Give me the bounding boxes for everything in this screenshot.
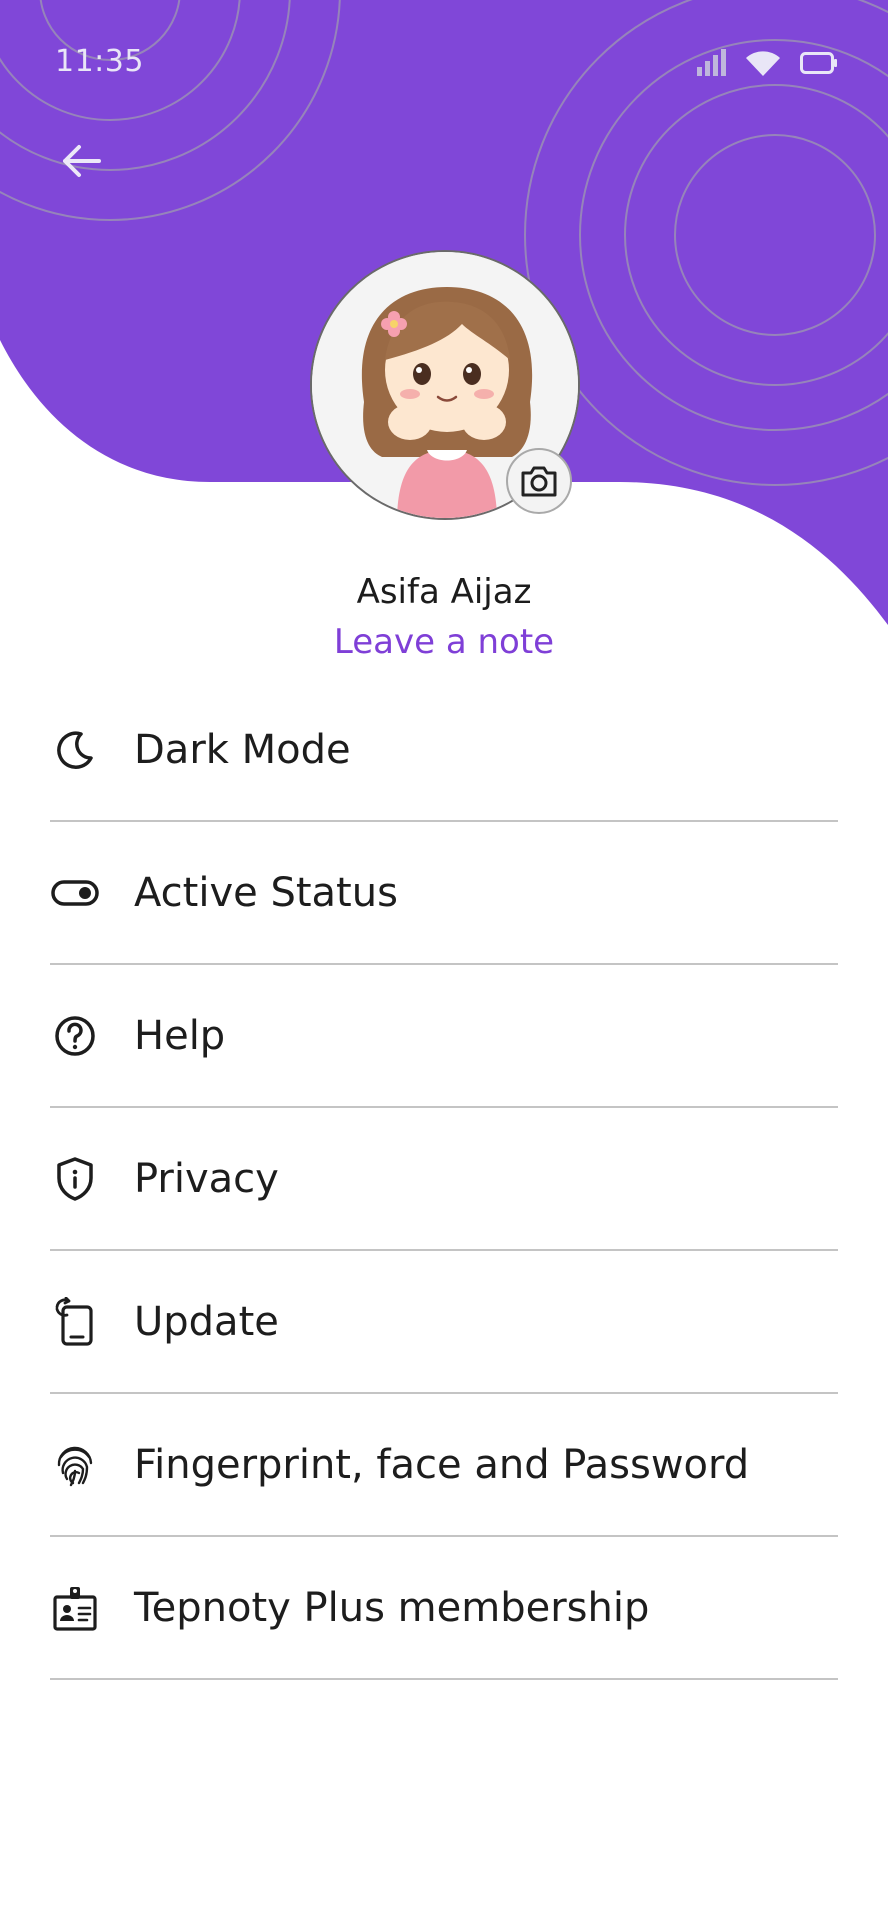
id-badge-icon — [50, 1583, 100, 1633]
help-icon — [50, 1011, 100, 1061]
shield-icon — [50, 1154, 100, 1204]
change-photo-button[interactable] — [506, 448, 572, 514]
menu-item-fingerprint[interactable]: Fingerprint, face and Password — [50, 1395, 838, 1537]
menu-item-label: Help — [134, 1013, 226, 1059]
camera-icon — [521, 466, 557, 497]
wifi-icon — [746, 51, 780, 76]
menu-item-label: Fingerprint, face and Password — [134, 1442, 750, 1488]
menu-item-label: Update — [134, 1299, 279, 1345]
toggle-icon — [50, 868, 100, 918]
phone-update-icon — [50, 1297, 100, 1347]
menu-item-label: Active Status — [134, 870, 398, 916]
status-icons — [696, 48, 838, 78]
battery-icon — [800, 52, 837, 74]
fingerprint-icon — [50, 1440, 100, 1490]
status-time: 11:35 — [55, 44, 144, 79]
menu-item-label: Tepnoty Plus membership — [134, 1585, 650, 1631]
arrow-left-icon — [63, 145, 101, 177]
signal-icon — [697, 49, 726, 76]
menu-item-update[interactable]: Update — [50, 1252, 838, 1394]
moon-icon — [50, 725, 100, 775]
profile-name: Asifa Aijaz — [356, 572, 532, 612]
menu-item-label: Privacy — [134, 1156, 279, 1202]
menu-item-help[interactable]: Help — [50, 966, 838, 1108]
status-bar: 11:35 — [0, 0, 888, 130]
menu-item-plus-membership[interactable]: Tepnoty Plus membership — [50, 1538, 838, 1680]
settings-menu: Dark Mode Active Status Help Privacy Upd… — [50, 680, 838, 1680]
menu-item-active-status[interactable]: Active Status — [50, 823, 838, 965]
menu-item-dark-mode[interactable]: Dark Mode — [50, 680, 838, 822]
leave-note-link[interactable]: Leave a note — [0, 622, 888, 662]
menu-item-label: Dark Mode — [134, 727, 351, 773]
back-button[interactable] — [55, 135, 107, 187]
menu-item-privacy[interactable]: Privacy — [50, 1109, 838, 1251]
